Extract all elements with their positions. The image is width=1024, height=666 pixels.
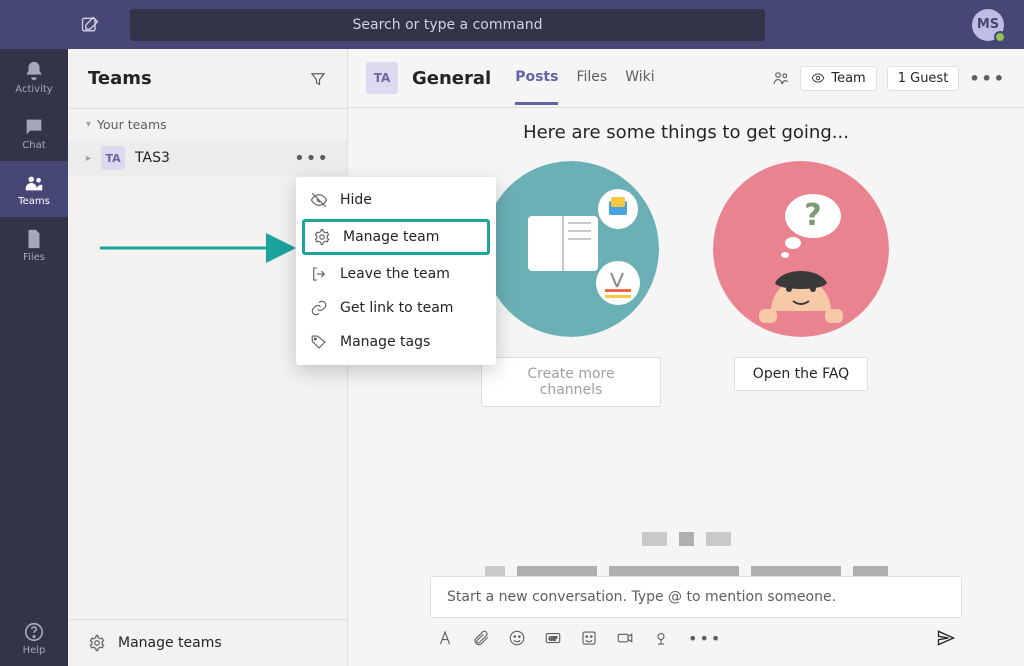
rail-label: Activity xyxy=(15,84,52,95)
ctx-manage-tags[interactable]: Manage tags xyxy=(296,325,496,359)
channel-header-actions: Team 1 Guest ••• xyxy=(772,66,1006,91)
channel-header: TA General Posts Files Wiki Team 1 Guest… xyxy=(348,49,1024,108)
filter-icon[interactable] xyxy=(309,70,327,88)
teams-icon xyxy=(23,172,45,194)
format-icon[interactable] xyxy=(436,629,454,647)
tab-files[interactable]: Files xyxy=(576,51,607,105)
more-icon[interactable]: ••• xyxy=(969,69,1006,88)
tag-icon xyxy=(310,333,328,351)
gear-icon xyxy=(313,228,331,246)
avatar-initials: MS xyxy=(977,17,999,32)
intro-headline: Here are some things to get going... xyxy=(348,122,1024,143)
caret-right-icon: ▸ xyxy=(86,153,91,164)
ctx-label: Hide xyxy=(340,192,372,208)
visibility-pill[interactable]: Team xyxy=(800,66,876,91)
rail-item-teams[interactable]: Teams xyxy=(0,161,68,217)
bell-icon xyxy=(23,60,45,82)
link-icon xyxy=(310,299,328,317)
visibility-label: Team xyxy=(831,71,865,86)
ctx-hide[interactable]: Hide xyxy=(296,183,496,217)
rail-label: Teams xyxy=(18,196,50,207)
channels-illustration xyxy=(483,161,659,337)
team-name: TAS3 xyxy=(135,150,170,166)
composer: Start a new conversation. Type @ to ment… xyxy=(430,576,962,648)
help-icon xyxy=(23,621,45,643)
teams-header: Teams xyxy=(68,49,347,109)
rail-item-help[interactable]: Help xyxy=(0,610,68,666)
team-row[interactable]: ▸ TA TAS3 ••• xyxy=(68,140,347,176)
guest-pill[interactable]: 1 Guest xyxy=(887,66,960,91)
ctx-label: Leave the team xyxy=(340,266,450,282)
avatar[interactable]: MS xyxy=(972,9,1004,41)
channel-avatar: TA xyxy=(366,62,398,94)
card-create-channels: Create more channels xyxy=(481,161,661,407)
stream-icon[interactable] xyxy=(652,629,670,647)
section-label-text: Your teams xyxy=(97,117,167,132)
search-input[interactable] xyxy=(130,9,765,41)
compose-icon[interactable] xyxy=(80,15,100,35)
ctx-label: Get link to team xyxy=(340,300,453,316)
rail-item-activity[interactable]: Activity xyxy=(0,49,68,105)
channel-title: General xyxy=(412,68,491,89)
attach-icon[interactable] xyxy=(472,629,490,647)
send-icon[interactable] xyxy=(936,628,956,648)
ctx-get-link[interactable]: Get link to team xyxy=(296,291,496,325)
team-context-menu: Hide Manage team Leave the team Get link… xyxy=(296,177,496,365)
more-icon[interactable]: ••• xyxy=(688,629,722,648)
composer-toolbar: GIF ••• xyxy=(430,618,962,648)
channel-tabs: Posts Files Wiki xyxy=(515,51,654,105)
card-open-faq: ? Open the FAQ xyxy=(711,161,891,407)
tab-wiki[interactable]: Wiki xyxy=(625,51,654,105)
rail-label: Files xyxy=(23,252,45,263)
svg-text:?: ? xyxy=(804,198,821,233)
faq-illustration: ? xyxy=(713,161,889,337)
create-channels-button[interactable]: Create more channels xyxy=(481,357,661,407)
rail-label: Help xyxy=(23,645,46,656)
hide-icon xyxy=(310,191,328,209)
composer-input[interactable]: Start a new conversation. Type @ to ment… xyxy=(430,576,962,618)
ctx-leave-team[interactable]: Leave the team xyxy=(296,257,496,291)
top-bar: MS xyxy=(0,0,1024,49)
app-rail: Activity Chat Teams Files Help xyxy=(0,49,68,666)
emoji-icon[interactable] xyxy=(508,629,526,647)
rail-item-chat[interactable]: Chat xyxy=(0,105,68,161)
org-icon[interactable] xyxy=(772,69,790,87)
meet-icon[interactable] xyxy=(616,629,634,647)
rail-item-files[interactable]: Files xyxy=(0,217,68,273)
manage-teams-label: Manage teams xyxy=(118,635,222,651)
svg-text:GIF: GIF xyxy=(549,636,558,642)
eye-icon xyxy=(811,71,825,85)
chat-icon xyxy=(23,116,45,138)
rail-label: Chat xyxy=(22,140,45,151)
files-icon xyxy=(23,228,45,250)
tab-posts[interactable]: Posts xyxy=(515,51,558,105)
caret-down-icon: ▾ xyxy=(86,119,91,130)
team-avatar: TA xyxy=(101,146,125,170)
gif-icon[interactable]: GIF xyxy=(544,629,562,647)
leave-icon xyxy=(310,265,328,283)
team-more-icon[interactable]: ••• xyxy=(294,148,329,169)
ctx-label: Manage team xyxy=(343,229,439,245)
open-faq-button[interactable]: Open the FAQ xyxy=(734,357,868,391)
ctx-label: Manage tags xyxy=(340,334,430,350)
manage-teams-button[interactable]: Manage teams xyxy=(68,619,347,666)
presence-indicator xyxy=(994,31,1006,43)
sticker-icon[interactable] xyxy=(580,629,598,647)
your-teams-section[interactable]: ▾ Your teams xyxy=(68,109,347,140)
ctx-manage-team[interactable]: Manage team xyxy=(302,219,490,255)
gear-icon xyxy=(88,634,106,652)
teams-title: Teams xyxy=(88,68,152,89)
